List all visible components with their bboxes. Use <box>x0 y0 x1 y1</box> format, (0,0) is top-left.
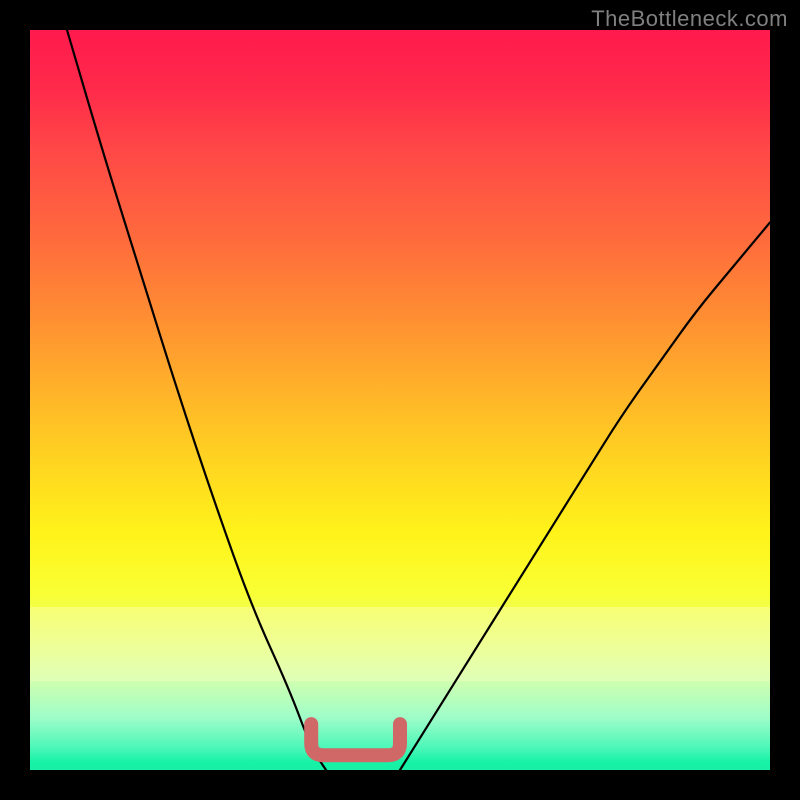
minimum-bracket <box>311 724 400 755</box>
curve-left-branch <box>67 30 326 770</box>
curve-right-branch <box>400 222 770 770</box>
curve-layer <box>30 30 770 770</box>
chart-frame: TheBottleneck.com <box>0 0 800 800</box>
plot-area <box>30 30 770 770</box>
watermark-text: TheBottleneck.com <box>591 6 788 32</box>
